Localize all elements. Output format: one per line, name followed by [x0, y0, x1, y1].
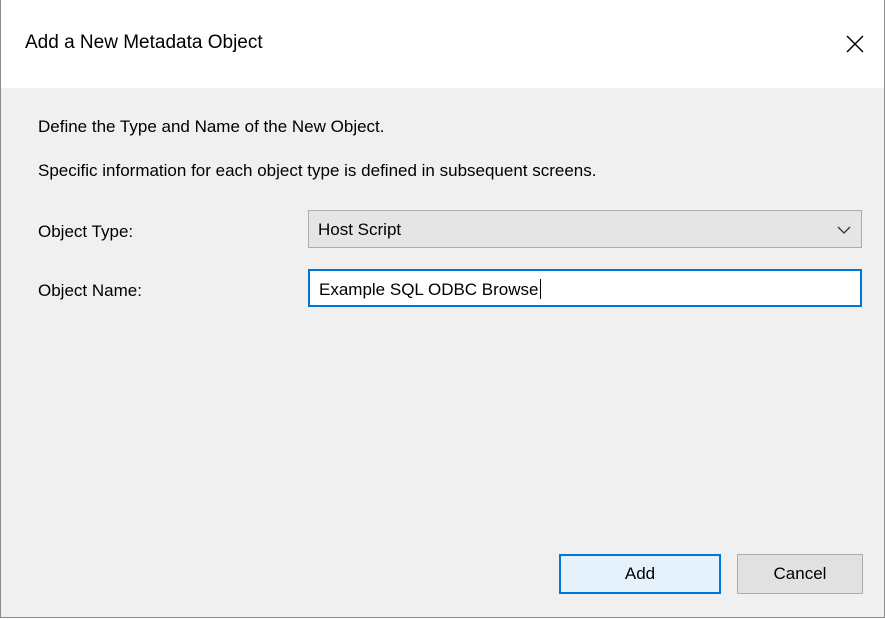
description-subtext: Specific information for each object typ…: [38, 161, 597, 180]
object-type-selected-value: Host Script: [318, 220, 402, 239]
object-type-select[interactable]: Host Script: [308, 210, 862, 248]
dialog-content: Define the Type and Name of the New Obje…: [1, 88, 884, 617]
add-button[interactable]: Add: [559, 554, 721, 594]
add-metadata-object-dialog: Add a New Metadata Object Define the Typ…: [0, 0, 885, 618]
title-bar: Add a New Metadata Object: [1, 0, 884, 88]
object-name-value: Example SQL ODBC Browse: [319, 279, 541, 299]
close-button[interactable]: [826, 18, 884, 70]
object-type-label: Object Type:: [38, 222, 134, 241]
window-title: Add a New Metadata Object: [25, 32, 263, 53]
object-name-input[interactable]: Example SQL ODBC Browse: [308, 269, 862, 307]
chevron-down-icon: [837, 226, 851, 234]
text-caret: [539, 279, 541, 299]
cancel-button[interactable]: Cancel: [737, 554, 863, 594]
close-icon: [846, 35, 864, 53]
description-text: Define the Type and Name of the New Obje…: [38, 117, 385, 136]
object-name-label: Object Name:: [38, 281, 142, 300]
